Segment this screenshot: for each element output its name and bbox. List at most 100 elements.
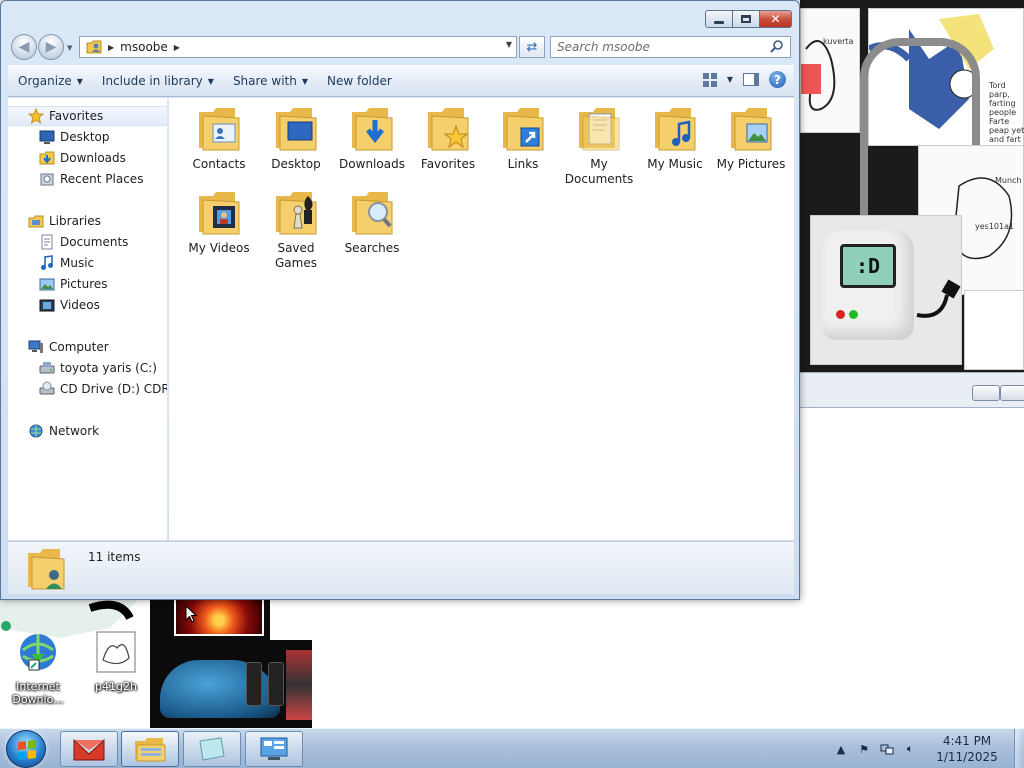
folder-my-videos[interactable]: My Videos [181,188,257,256]
organize-button[interactable]: Organize ▼ [9,69,92,93]
item-count: 11 items [88,550,141,564]
desktop-icon-internet-download-manager[interactable]: Internet Downlo... [0,630,76,706]
taskbar-windows-explorer[interactable] [121,731,179,767]
help-icon: ? [774,72,781,87]
preview-pane-button[interactable] [743,73,759,86]
address-dropdown-icon[interactable]: ▼ [506,40,512,49]
volume-icon[interactable]: 🔈︎ [903,742,917,756]
phone-image [268,662,284,706]
downloads-folder-icon [39,151,55,165]
show-desktop-button[interactable] [1014,729,1024,768]
nav-network[interactable]: Network [8,421,167,441]
taskbar-app-3[interactable] [183,731,241,767]
action-center-flag-icon[interactable]: ⚑ [857,742,871,756]
include-in-library-button[interactable]: Include in library ▼ [93,69,223,93]
background-small-panel [964,290,1024,370]
network-status-icon[interactable] [880,742,894,756]
nav-item-pictures[interactable]: Pictures [8,274,167,294]
show-hidden-icons-icon[interactable]: ▲ [834,742,848,756]
nav-item-desktop[interactable]: Desktop [8,127,167,147]
nav-item-music[interactable]: Music [8,253,167,273]
nav-favorites-label: Favorites [49,109,104,123]
nav-item-downloads[interactable]: Downloads [8,148,167,168]
nav-item-cd-drive[interactable]: CD Drive (D:) CDROM [8,379,167,399]
clock-date: 1/11/2025 [936,750,998,764]
robot-figurine-image: :D [822,230,914,340]
nav-favorites[interactable]: Favorites [8,106,167,126]
recent-places-icon [40,173,54,186]
minimize-button[interactable] [705,10,733,28]
include-in-library-label: Include in library [101,74,203,88]
user-folder-icon [28,549,65,590]
breadcrumb-separator-icon[interactable]: ▶ [174,43,180,52]
nav-item-videos[interactable]: Videos [8,295,167,315]
computer-icon [28,340,43,353]
breadcrumb-msoobe[interactable]: msoobe [120,40,168,54]
address-bar[interactable]: ▶ msoobe ▶ ▼ [79,36,517,58]
folder-my-music[interactable]: My Music [637,104,713,172]
breadcrumb-separator-icon[interactable]: ▶ [108,43,114,52]
folder-links[interactable]: Links [485,104,561,172]
folder-favorites[interactable]: Favorites [410,104,486,172]
background-tiles [286,650,312,720]
folder-desktop[interactable]: Desktop [258,104,334,172]
maximize-button[interactable] [733,10,760,28]
car-image [160,660,280,718]
background-text: yes101a1 [975,222,1015,231]
folder-my-pictures[interactable]: My Pictures [713,104,789,172]
taskbar-clock[interactable]: 4:41 PM 1/11/2025 [926,733,1008,765]
taskbar-app-4[interactable] [245,731,303,767]
documents-icon [41,234,53,250]
search-box[interactable] [550,36,791,58]
start-button[interactable] [6,730,46,768]
folder-my-documents[interactable]: My Documents [561,104,637,187]
new-folder-label: New folder [327,74,392,88]
desktop-icon-p41g2h[interactable]: p41g2h [78,630,154,693]
folder-label: Downloads [339,157,405,171]
nav-libraries[interactable]: Libraries [8,211,167,231]
cd-drive-icon [39,381,55,395]
new-folder-button[interactable]: New folder [318,69,401,93]
folder-searches[interactable]: Searches [334,188,410,256]
arrow-left-icon: ◀ [18,39,30,55]
search-input[interactable] [551,37,761,57]
nav-item-label: CD Drive (D:) CDROM [60,382,167,396]
nav-network-label: Network [49,424,100,438]
chevron-down-icon: ▼ [301,76,308,86]
forward-button[interactable]: ▶ [38,34,64,60]
documents-folder-icon [579,108,620,151]
folder-saved-games[interactable]: Saved Games [258,188,334,271]
desktop-icon [39,130,55,144]
folder-downloads[interactable]: Downloads [334,104,410,172]
searches-folder-icon [352,192,393,235]
close-button[interactable]: ✕ [760,10,792,28]
refresh-button[interactable]: ⇄ [519,36,545,58]
change-view-button[interactable] [702,72,717,87]
back-button[interactable]: ◀ [11,34,37,60]
view-options-dropdown-icon[interactable]: ▼ [727,75,733,84]
control-panel-icon [260,737,288,760]
organize-label: Organize [18,74,72,88]
folder-contacts[interactable]: Contacts [181,104,257,172]
nav-item-label: toyota yaris (C:) [60,361,157,375]
explorer-window[interactable]: ✕ ◀ ▶ ▼ ▶ msoobe ▶ ▼ ⇄ Organize ▼ Include… [0,0,800,600]
videos-folder-icon [199,192,240,235]
robot-screen: :D [840,244,896,288]
nav-computer[interactable]: Computer [8,337,167,357]
share-with-button[interactable]: Share with ▼ [224,69,317,93]
background-cartoon-panel: kuverta [800,8,860,133]
taskbar-app-1[interactable] [60,731,118,767]
help-button[interactable]: ? [769,71,786,88]
nav-item-recent-places[interactable]: Recent Places [8,169,167,189]
nav-item-label: Videos [60,298,100,312]
recent-pages-dropdown[interactable]: ▼ [67,44,75,52]
desktop-icon-label: Internet Downlo... [12,680,64,706]
search-icon[interactable] [769,39,785,55]
navigation-pane[interactable]: Favorites Desktop Downloads Recent Place… [8,98,168,540]
nav-item-drive-c[interactable]: toyota yaris (C:) [8,358,167,378]
nav-item-documents[interactable]: Documents [8,232,167,252]
pictures-icon [39,278,55,291]
clock-time: 4:41 PM [942,734,992,748]
folder-label: Favorites [420,157,476,171]
file-list[interactable]: Contacts Desktop Downloads Favorites Lin… [169,98,794,540]
